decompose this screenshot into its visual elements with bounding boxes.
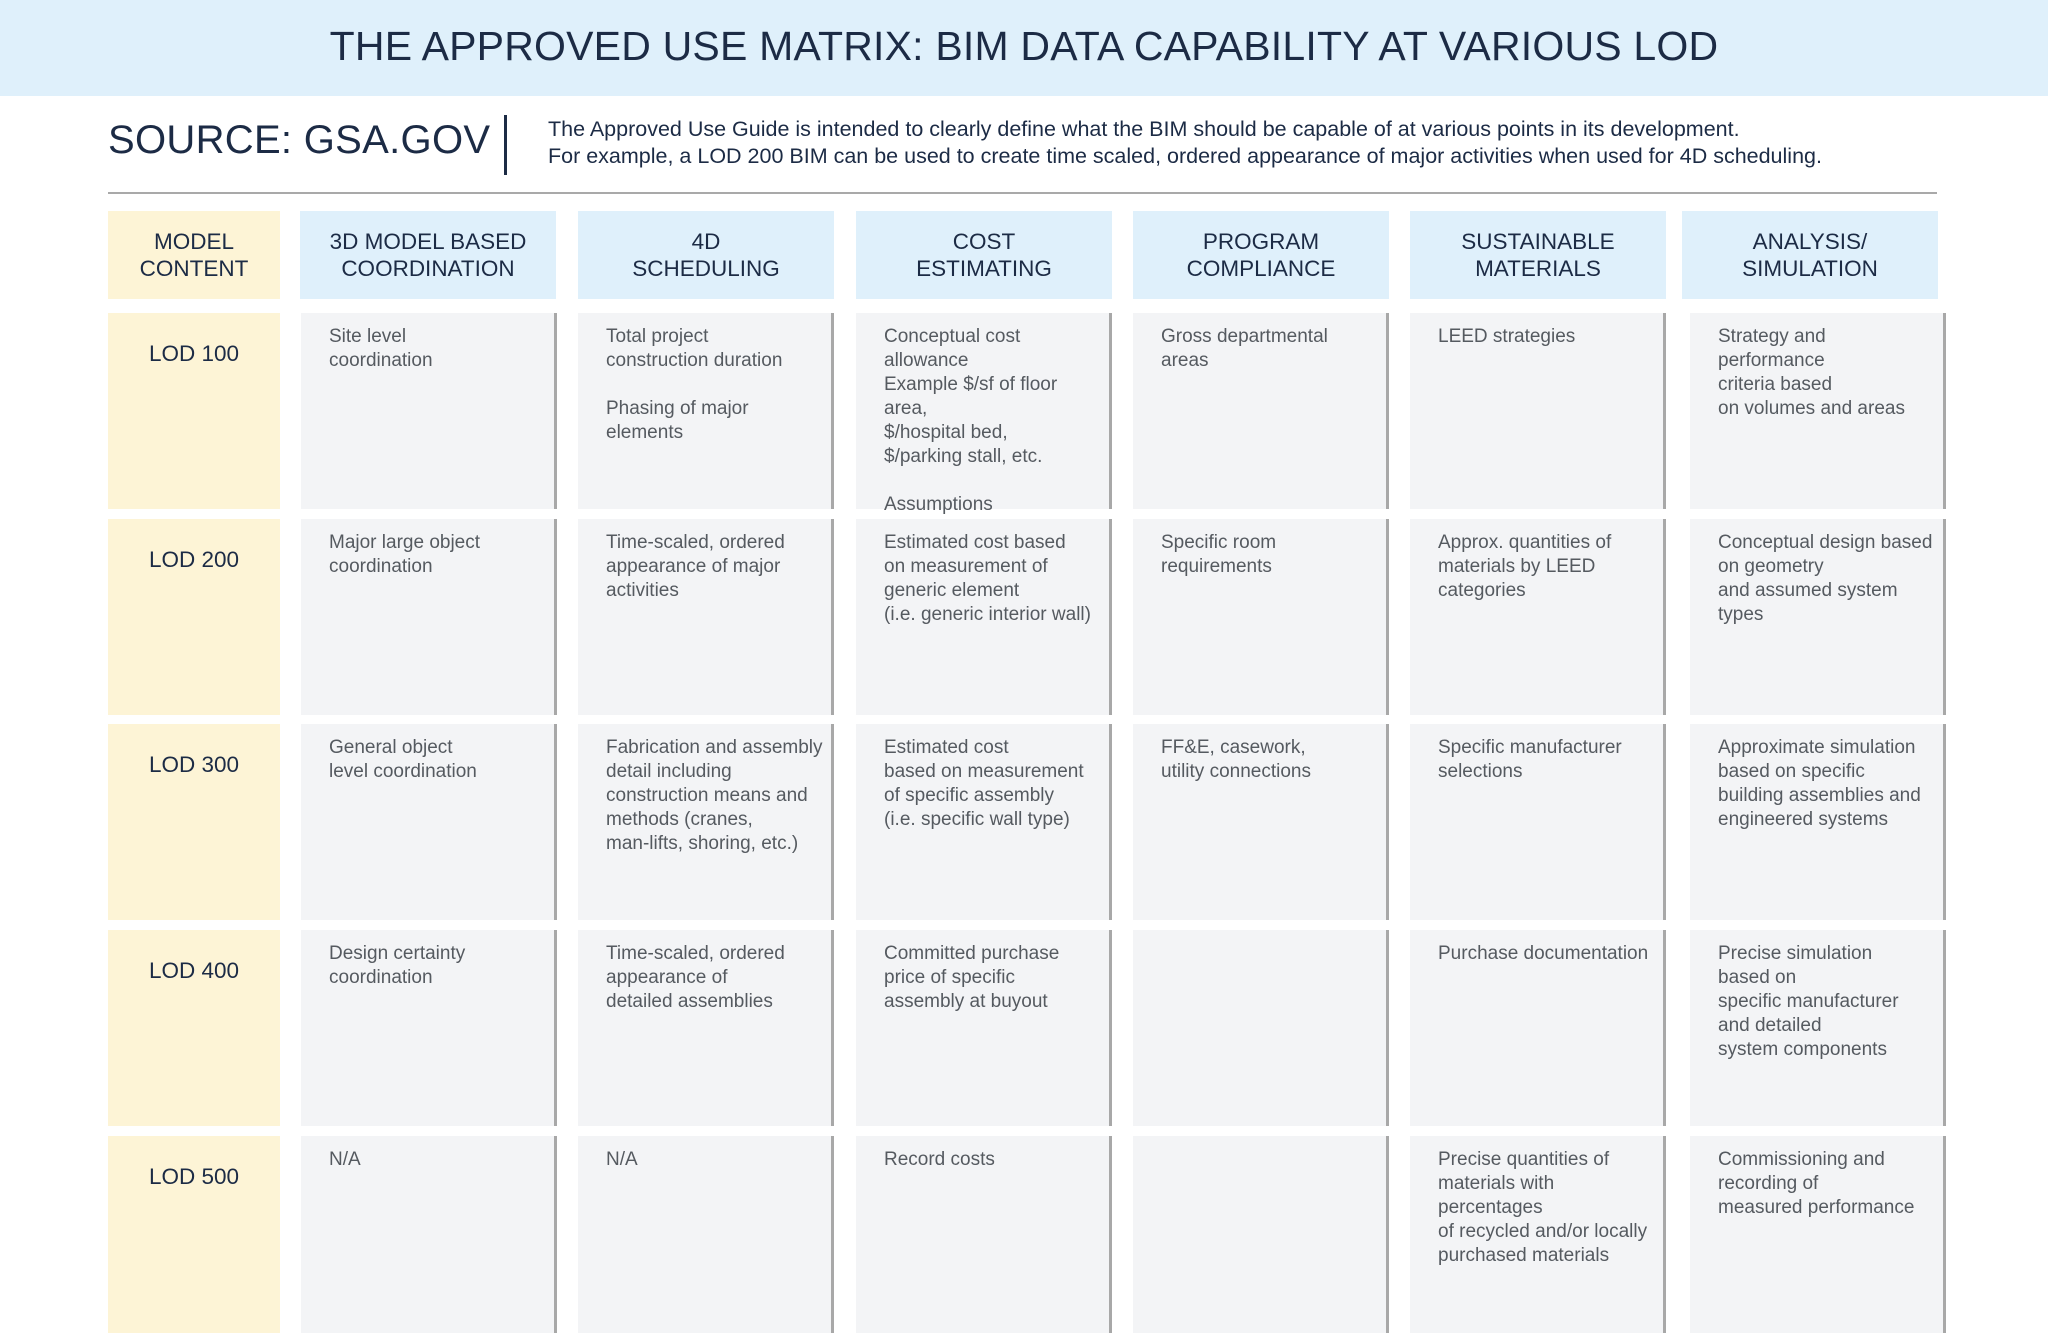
matrix-cell-lod-500-cost-estimating: Record costs	[856, 1136, 1112, 1333]
matrix-cell-lod-200-3d-model-based-coordination: Major large object coordination	[301, 519, 557, 715]
matrix-cell-lod-500-analysis-simulation: Commissioning and recording of measured …	[1690, 1136, 1946, 1333]
matrix-cell-lod-300-3d-model-based-coordination: General object level coordination	[301, 724, 557, 920]
matrix-cell-lod-500-4d-scheduling: N/A	[578, 1136, 834, 1333]
matrix-cell-lod-200-program-compliance: Specific room requirements	[1133, 519, 1389, 715]
matrix-cell-lod-500-sustainable-materials: Precise quantities of materials with per…	[1410, 1136, 1666, 1333]
matrix-cell-lod-500-program-compliance	[1133, 1136, 1389, 1333]
matrix-cell-lod-300-4d-scheduling: Fabrication and assembly detail includin…	[578, 724, 834, 920]
matrix-cell-lod-300-analysis-simulation: Approximate simulation based on specific…	[1690, 724, 1946, 920]
matrix-cell-lod-500-3d-model-based-coordination: N/A	[301, 1136, 557, 1333]
matrix-cell-lod-400-3d-model-based-coordination: Design certainty coordination	[301, 930, 557, 1126]
horizontal-divider	[108, 192, 1937, 194]
row-label-lod-100: LOD 100	[108, 313, 280, 509]
matrix-cell-lod-400-program-compliance	[1133, 930, 1389, 1126]
source-label: SOURCE: GSA.GOV	[108, 118, 491, 162]
matrix-cell-lod-400-cost-estimating: Committed purchase price of specific ass…	[856, 930, 1112, 1126]
page-title: THE APPROVED USE MATRIX: BIM DATA CAPABI…	[329, 22, 1719, 69]
column-header-model-content: MODEL CONTENT	[108, 211, 280, 299]
column-header-cost-estimating: COST ESTIMATING	[856, 211, 1112, 299]
row-label-lod-500: LOD 500	[108, 1136, 280, 1333]
description-line-2: For example, a LOD 200 BIM can be used t…	[548, 144, 1822, 168]
column-header-4d-scheduling: 4D SCHEDULING	[578, 211, 834, 299]
column-header-sustainable-materials: SUSTAINABLE MATERIALS	[1410, 211, 1666, 299]
row-label-lod-300: LOD 300	[108, 724, 280, 920]
title-banner: THE APPROVED USE MATRIX: BIM DATA CAPABI…	[0, 0, 2048, 96]
row-label-lod-200: LOD 200	[108, 519, 280, 715]
matrix-cell-lod-200-4d-scheduling: Time-scaled, ordered appearance of major…	[578, 519, 834, 715]
column-header-3d-model-based-coordination: 3D MODEL BASED COORDINATION	[300, 211, 556, 299]
matrix-cell-lod-100-analysis-simulation: Strategy and performance criteria based …	[1690, 313, 1946, 509]
matrix-cell-lod-200-analysis-simulation: Conceptual design based on geometry and …	[1690, 519, 1946, 715]
column-header-program-compliance: PROGRAM COMPLIANCE	[1133, 211, 1389, 299]
matrix-cell-lod-100-3d-model-based-coordination: Site level coordination	[301, 313, 557, 509]
matrix-cell-lod-300-program-compliance: FF&E, casework, utility connections	[1133, 724, 1389, 920]
column-header-analysis-simulation: ANALYSIS/ SIMULATION	[1682, 211, 1938, 299]
matrix-cell-lod-400-sustainable-materials: Purchase documentation	[1410, 930, 1666, 1126]
matrix-cell-lod-200-cost-estimating: Estimated cost based on measurement of g…	[856, 519, 1112, 715]
source-description: The Approved Use Guide is intended to cl…	[548, 116, 1822, 170]
matrix-cell-lod-100-program-compliance: Gross departmental areas	[1133, 313, 1389, 509]
matrix-cell-lod-400-analysis-simulation: Precise simulation based on specific man…	[1690, 930, 1946, 1126]
matrix-cell-lod-300-cost-estimating: Estimated cost based on measurement of s…	[856, 724, 1112, 920]
matrix-cell-lod-200-sustainable-materials: Approx. quantities of materials by LEED …	[1410, 519, 1666, 715]
row-label-lod-400: LOD 400	[108, 930, 280, 1126]
description-line-1: The Approved Use Guide is intended to cl…	[548, 117, 1740, 141]
matrix-cell-lod-100-4d-scheduling: Total project construction duration Phas…	[578, 313, 834, 509]
source-divider	[504, 115, 507, 175]
matrix-cell-lod-400-4d-scheduling: Time-scaled, ordered appearance of detai…	[578, 930, 834, 1126]
matrix-cell-lod-100-sustainable-materials: LEED strategies	[1410, 313, 1666, 509]
matrix-cell-lod-300-sustainable-materials: Specific manufacturer selections	[1410, 724, 1666, 920]
source-row: SOURCE: GSA.GOV The Approved Use Guide i…	[108, 108, 1938, 180]
matrix-cell-lod-100-cost-estimating: Conceptual cost allowance Example $/sf o…	[856, 313, 1112, 539]
